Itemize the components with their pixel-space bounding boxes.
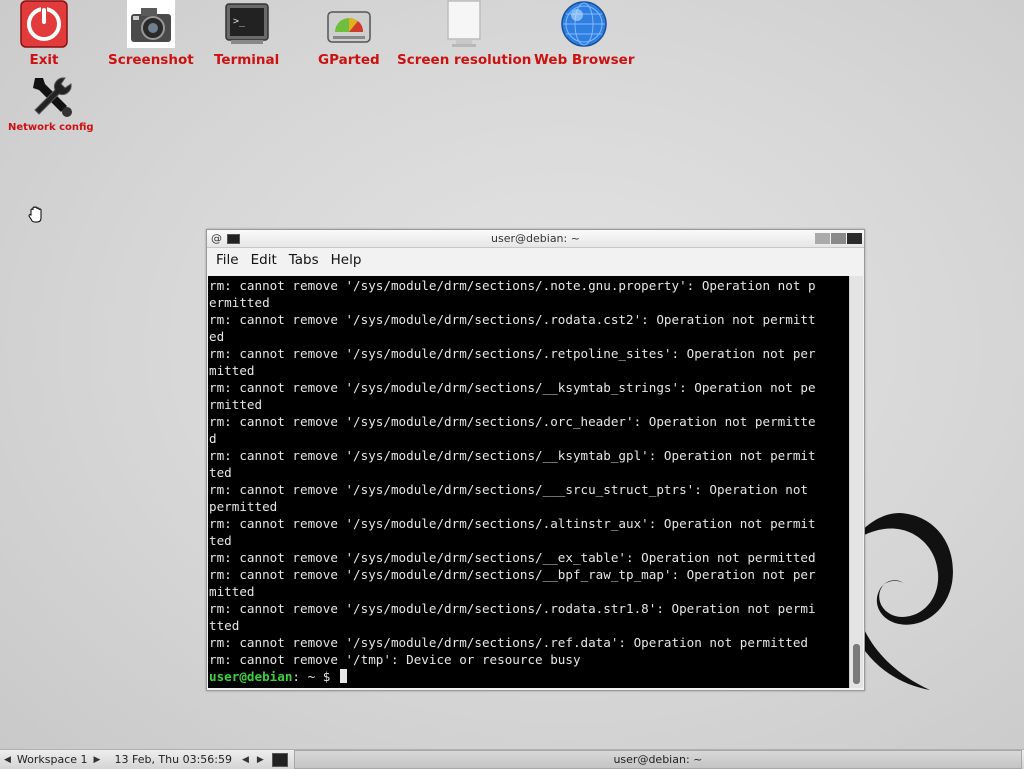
terminal-line: ted (209, 533, 232, 548)
terminal-menubar: File Edit Tabs Help (207, 248, 864, 272)
svg-text:>_: >_ (233, 16, 246, 27)
taskbar: ◀ Workspace 1 ▶ 13 Feb, Thu 03:56:59 ◀ ▶… (0, 749, 1024, 769)
terminal-line: ermitted (209, 295, 270, 310)
minimize-button[interactable] (815, 233, 830, 244)
menu-help[interactable]: Help (325, 248, 368, 272)
globe-icon (560, 0, 608, 48)
terminal-line: mitted (209, 363, 255, 378)
terminal-titlebar[interactable]: @ user@debian: ~ (207, 230, 864, 248)
terminal-line: rm: cannot remove '/sys/module/drm/secti… (209, 635, 808, 650)
terminal-desktop-icon[interactable]: >_ Terminal (214, 0, 279, 68)
menu-edit[interactable]: Edit (245, 248, 283, 272)
terminal-label: Terminal (214, 52, 280, 68)
terminal-line: rm: cannot remove '/sys/module/drm/secti… (209, 278, 816, 293)
workspace-prev-arrow-icon[interactable]: ◀ (0, 755, 15, 765)
power-icon (20, 0, 68, 48)
menu-tabs[interactable]: Tabs (283, 248, 325, 272)
close-button[interactable] (847, 233, 862, 244)
terminal-task-icon (271, 752, 288, 767)
gparted-label: GParted (318, 52, 380, 68)
screen-resolution-label: Screen resolution (397, 52, 532, 68)
menu-file[interactable]: File (210, 248, 245, 272)
terminal-line: ed (209, 329, 225, 344)
gparted-desktop-icon[interactable]: GParted (318, 0, 380, 68)
hand-cursor-icon (28, 206, 44, 228)
taskbar-task-terminal[interactable]: user@debian: ~ (293, 750, 1022, 769)
terminal-line: rm: cannot remove '/sys/module/drm/secti… (209, 516, 816, 531)
terminal-prompt: user@debian: ~ $ (209, 668, 849, 685)
text-cursor (339, 669, 347, 683)
terminal-line: rm: cannot remove '/sys/module/drm/secti… (209, 601, 816, 616)
terminal-line: d (209, 431, 217, 446)
workspace-label[interactable]: Workspace 1 (15, 753, 90, 766)
terminal-line: rm: cannot remove '/tmp': Device or reso… (209, 652, 581, 667)
terminal-window-title: user@debian: ~ (491, 232, 580, 245)
terminal-line: rm: cannot remove '/sys/module/drm/secti… (209, 550, 816, 565)
prompt-rest: : ~ $ (292, 669, 338, 684)
terminal-icon: >_ (223, 0, 271, 48)
terminal-line: rm: cannot remove '/sys/module/drm/secti… (209, 312, 816, 327)
camera-icon (126, 0, 175, 48)
terminal-line: ted (209, 465, 232, 480)
task-prev-arrow-icon[interactable]: ◀ (238, 755, 253, 765)
tools-icon (27, 72, 75, 120)
task-next-arrow-icon[interactable]: ▶ (253, 755, 268, 765)
terminal-line: rm: cannot remove '/sys/module/drm/secti… (209, 414, 816, 429)
clock: 13 Feb, Thu 03:56:59 (114, 753, 232, 766)
terminal-line: rm: cannot remove '/sys/module/drm/secti… (209, 448, 816, 463)
network-config-desktop-icon[interactable]: Network config (8, 72, 94, 133)
screenshot-label: Screenshot (108, 52, 194, 68)
terminal-line: permitted (209, 499, 278, 514)
terminal-line: mitted (209, 584, 255, 599)
scrollbar-thumb[interactable] (853, 644, 860, 684)
screenshot-desktop-icon[interactable]: Screenshot (108, 0, 194, 68)
terminal-line: rm: cannot remove '/sys/module/drm/secti… (209, 346, 816, 361)
terminal-scrollbar[interactable] (849, 276, 863, 688)
web-browser-desktop-icon[interactable]: Web Browser (534, 0, 634, 68)
maximize-button[interactable] (831, 233, 846, 244)
exit-label: Exit (29, 52, 59, 68)
web-browser-label: Web Browser (534, 52, 635, 68)
terminal-line: rmitted (209, 397, 263, 412)
workspace-next-arrow-icon[interactable]: ▶ (90, 755, 105, 765)
monitor-icon (440, 0, 488, 48)
network-config-label: Network config (8, 122, 94, 133)
terminal-output: rm: cannot remove '/sys/module/drm/secti… (208, 276, 849, 685)
terminal-line: rm: cannot remove '/sys/module/drm/secti… (209, 567, 816, 582)
terminal-line: rm: cannot remove '/sys/module/drm/secti… (209, 380, 816, 395)
screen-resolution-desktop-icon[interactable]: Screen resolution (397, 0, 531, 68)
disk-icon (325, 0, 373, 48)
terminal-output-area[interactable]: rm: cannot remove '/sys/module/drm/secti… (208, 276, 849, 688)
terminal-line: rm: cannot remove '/sys/module/drm/secti… (209, 482, 808, 497)
prompt-user-host: user@debian (209, 669, 293, 684)
terminal-line: tted (209, 618, 240, 633)
terminal-window[interactable]: @ user@debian: ~ File Edit Tabs Help rm:… (206, 229, 865, 691)
exit-desktop-icon[interactable]: Exit (20, 0, 68, 68)
